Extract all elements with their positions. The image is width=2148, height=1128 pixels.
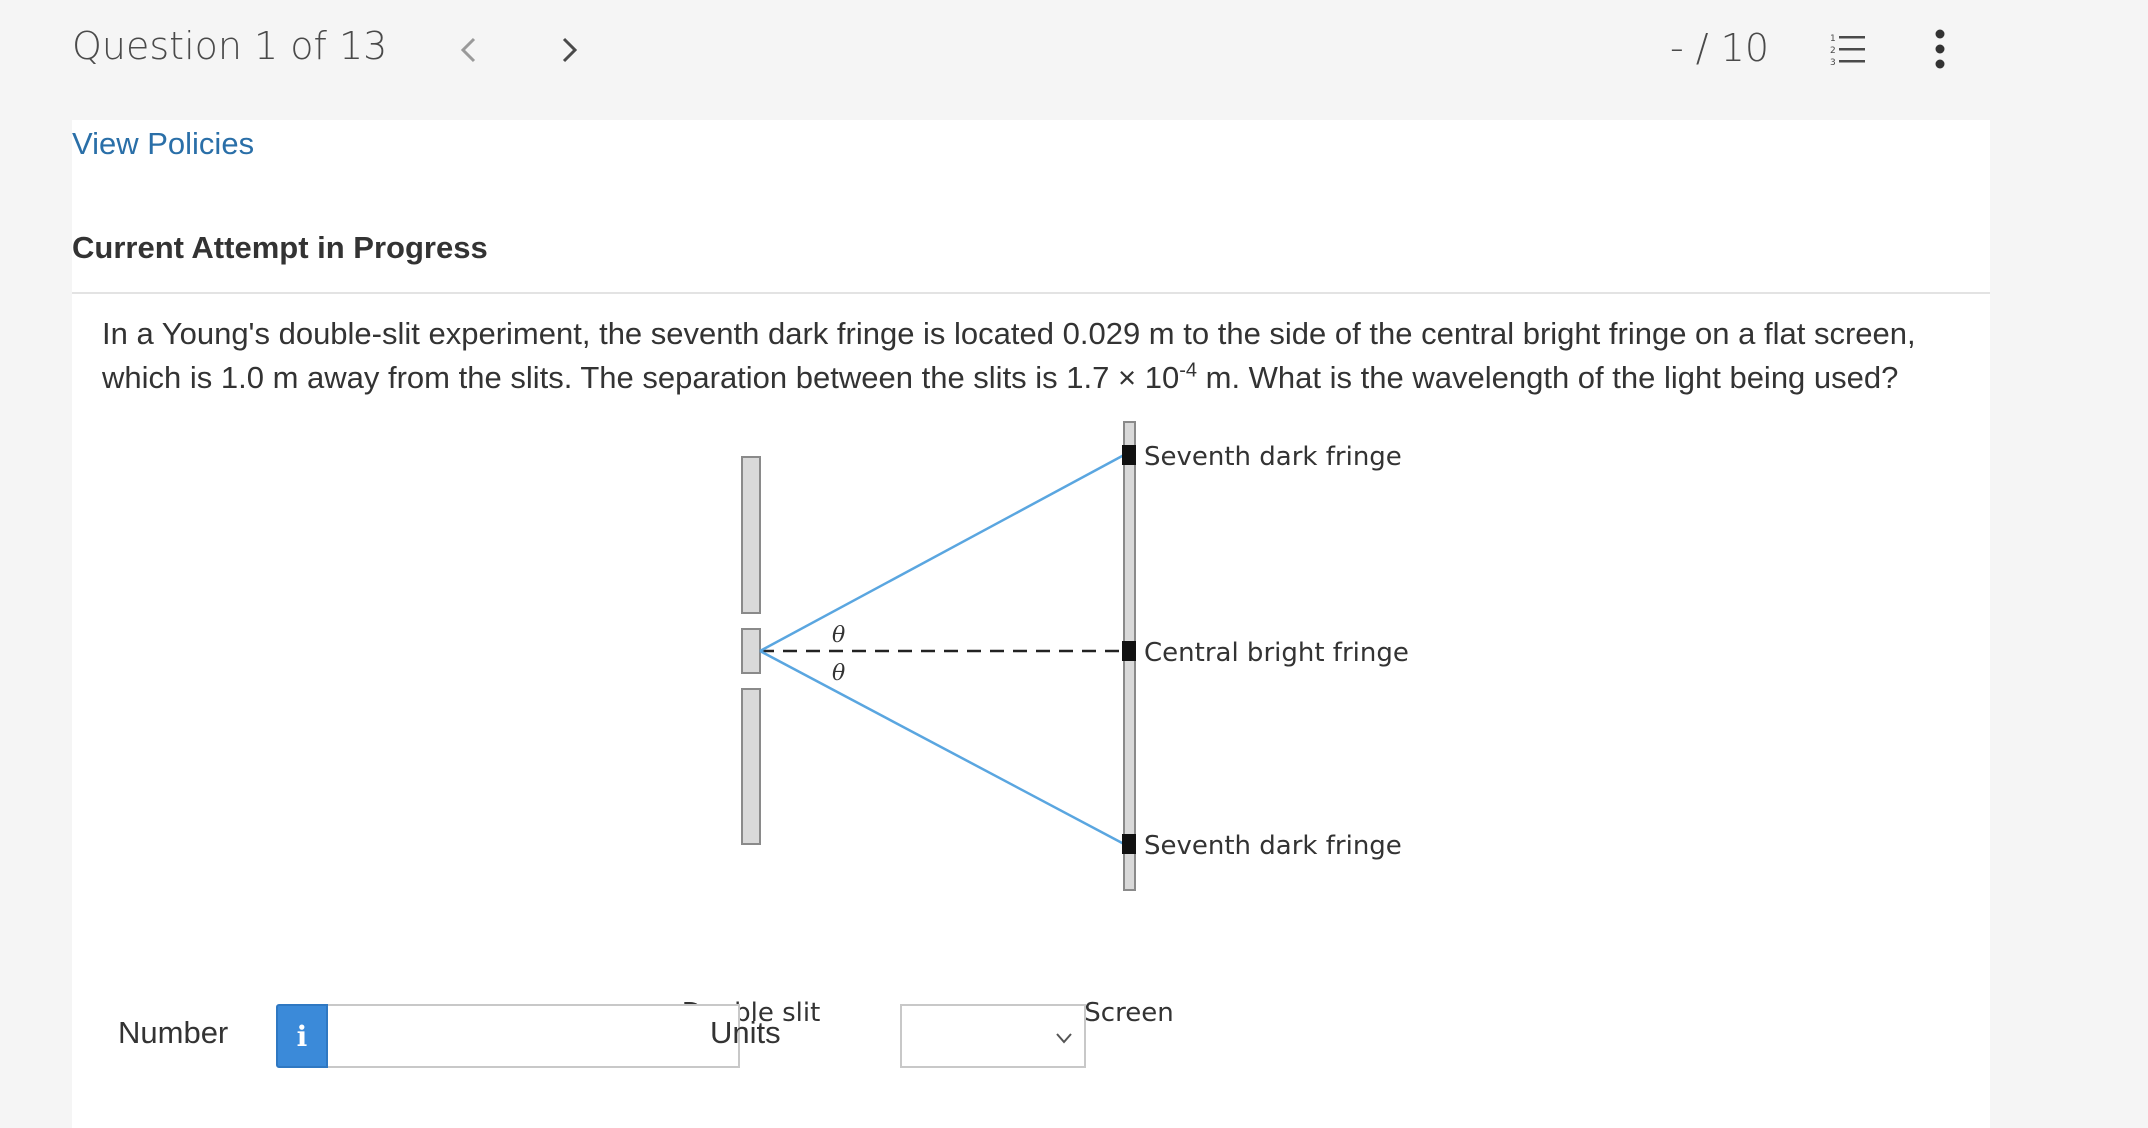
info-button[interactable]: i bbox=[276, 1004, 328, 1068]
ray-lower bbox=[759, 649, 1125, 846]
attempt-heading: Current Attempt in Progress bbox=[72, 230, 488, 265]
next-question-button[interactable] bbox=[552, 28, 588, 72]
question-exponent: -4 bbox=[1179, 359, 1198, 382]
label-seventh-dark-top: Seventh dark fringe bbox=[1144, 442, 1402, 472]
svg-text:3: 3 bbox=[1830, 58, 1836, 68]
svg-text:1: 1 bbox=[1830, 34, 1836, 44]
top-bar: Question 1 of 13 - / 10 1 2 3 bbox=[0, 0, 2148, 100]
label-central-bright: Central bright fringe bbox=[1144, 638, 1409, 668]
slit-barrier-middle bbox=[741, 628, 761, 674]
divider bbox=[72, 292, 1990, 294]
number-input[interactable] bbox=[328, 1004, 740, 1068]
question-text-part2: m. What is the wavelength of the light b… bbox=[1197, 360, 1899, 395]
score-display: - / 10 bbox=[1670, 26, 1770, 70]
angle-label-upper: θ bbox=[832, 623, 845, 648]
question-counter: Question 1 of 13 bbox=[72, 24, 388, 68]
fringe-marker-bottom bbox=[1122, 834, 1136, 854]
question-text: In a Young's double-slit experiment, the… bbox=[102, 312, 1962, 400]
previous-question-button[interactable] bbox=[450, 28, 486, 72]
number-label: Number bbox=[118, 1015, 229, 1050]
fringe-marker-top bbox=[1122, 445, 1136, 465]
angle-label-lower: θ bbox=[832, 661, 845, 686]
ray-upper bbox=[759, 453, 1125, 653]
view-policies-link[interactable]: View Policies bbox=[72, 126, 254, 162]
chevron-down-icon bbox=[1056, 1033, 1072, 1044]
slit-barrier-top bbox=[741, 456, 761, 614]
info-icon: i bbox=[296, 1019, 308, 1053]
more-vertical-icon[interactable] bbox=[1928, 26, 1952, 72]
numbered-list-icon[interactable]: 1 2 3 bbox=[1828, 30, 1868, 70]
units-select[interactable] bbox=[900, 1004, 1086, 1068]
label-seventh-dark-bottom: Seventh dark fringe bbox=[1144, 831, 1402, 861]
answer-area: Number i Units bbox=[72, 880, 1990, 1080]
units-label: Units bbox=[710, 1015, 781, 1050]
chevron-right-icon bbox=[562, 37, 578, 63]
fringe-marker-center bbox=[1122, 641, 1136, 661]
slit-barrier-bottom bbox=[741, 688, 761, 845]
svg-text:2: 2 bbox=[1830, 46, 1836, 56]
chevron-left-icon bbox=[460, 37, 476, 63]
